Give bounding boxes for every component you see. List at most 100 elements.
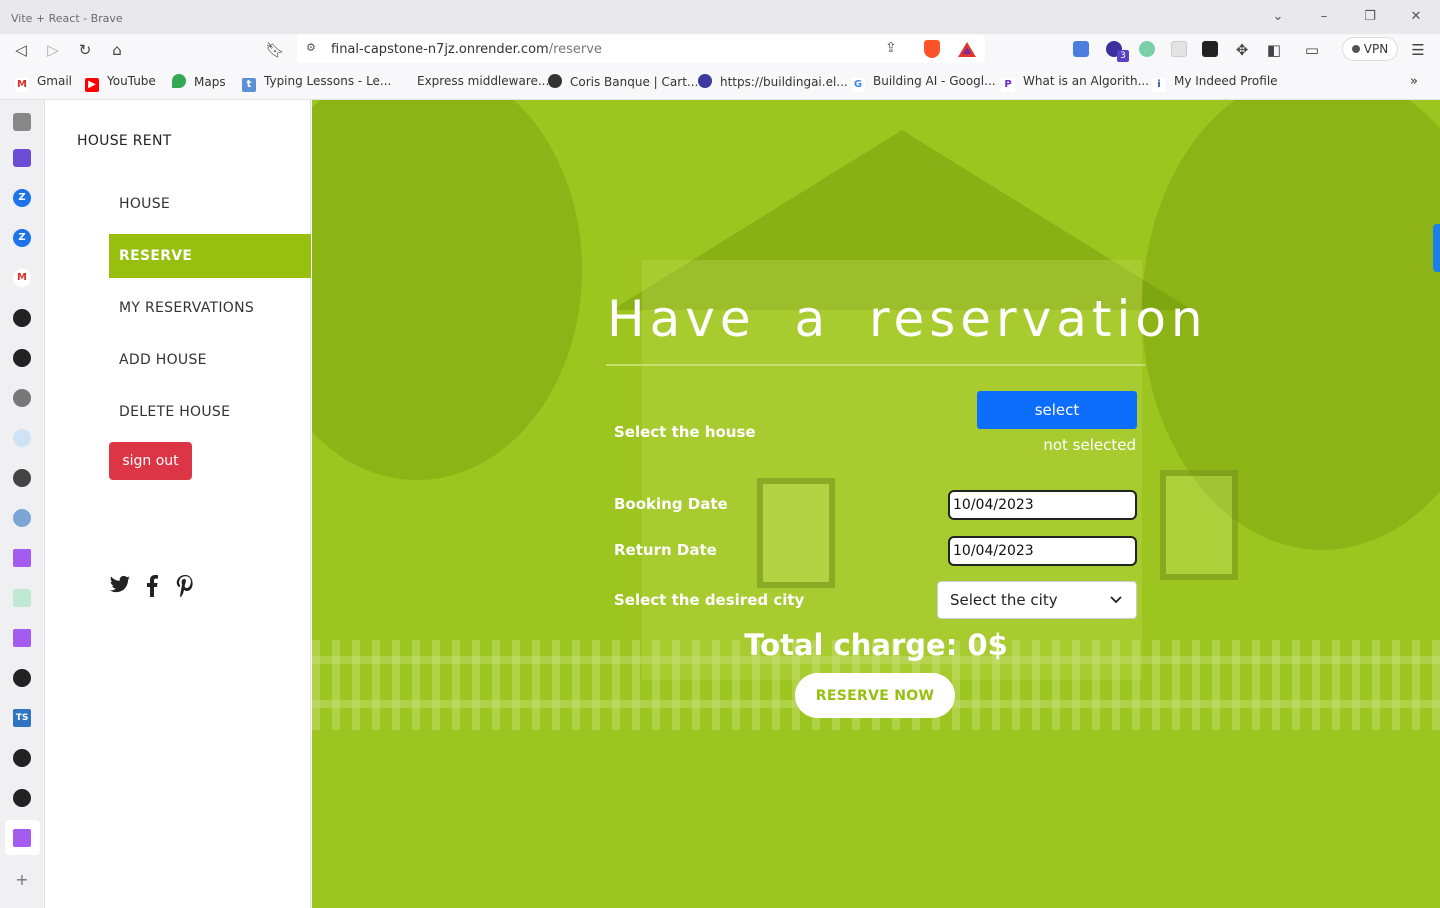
indeed-icon: i [1152, 78, 1166, 92]
chevron-double-right-icon[interactable]: » [1410, 74, 1418, 89]
site-info-icon[interactable]: ⚙ [306, 41, 316, 54]
app-icon[interactable] [13, 149, 31, 167]
buildingai-icon [698, 74, 712, 88]
house-status: not selected [1043, 436, 1136, 454]
app-sidebar: HOUSE RENT HOUSE RESERVE MY RESERVATIONS… [45, 100, 311, 908]
nav-item-delete-house[interactable]: DELETE HOUSE [109, 390, 311, 434]
city-select-value: Select the city [950, 591, 1058, 609]
background-window [757, 478, 835, 588]
address-bar[interactable]: ⚙ final-capstone-n7jz.onrender.com/reser… [297, 35, 985, 63]
grammar-extension-icon[interactable] [1139, 41, 1155, 57]
bookmark-indeed[interactable]: i My Indeed Profile [1152, 74, 1278, 92]
vpn-status-icon [1351, 45, 1360, 53]
return-date-input[interactable] [948, 536, 1137, 566]
reserve-now-button[interactable]: RESERVE NOW [795, 673, 955, 718]
pinterest-icon[interactable] [176, 575, 194, 602]
bookmark-icon[interactable]: 🔖︎ [263, 39, 287, 61]
vpn-button[interactable]: VPN [1342, 37, 1398, 61]
maps-icon [172, 74, 186, 88]
bookmark-buildingai[interactable]: https://buildingai.el... [698, 74, 848, 89]
browser-side-panel: Z Z M TS + [0, 100, 45, 908]
city-label: Select the desired city [614, 591, 805, 609]
page-title: Have a reservation [607, 290, 1208, 348]
bookmarks-bar: M Gmail ▶ YouTube Maps t Typing Lessons - L… [0, 66, 1440, 100]
extension-icon[interactable] [1171, 41, 1187, 57]
bookmark-express[interactable]: Express middleware... [417, 74, 549, 88]
menu-icon[interactable]: ☰ [1406, 39, 1430, 61]
github-icon[interactable] [13, 789, 31, 807]
typescript-icon[interactable]: TS [13, 709, 31, 727]
chevron-down-icon [1110, 582, 1122, 618]
chevron-down-icon[interactable]: ⌄ [1268, 9, 1288, 24]
window-title: Vite + React - Brave [11, 12, 123, 25]
app-icon[interactable] [13, 589, 31, 607]
total-charge: Total charge: 0$ [744, 628, 1008, 662]
vite-icon[interactable] [13, 829, 31, 847]
globe-icon[interactable] [13, 389, 31, 407]
scroll-indicator[interactable] [1433, 224, 1440, 272]
bookmark-coris[interactable]: Coris Banque | Cart... [548, 74, 698, 89]
bookmark-gmail[interactable]: M Gmail [15, 74, 72, 92]
extensions-puzzle-icon[interactable]: ✥ [1230, 39, 1254, 61]
brave-rewards-icon[interactable] [958, 42, 976, 57]
booking-date-input[interactable] [948, 490, 1137, 520]
window-titlebar: Vite + React - Brave ⌄ – ❐ ✕ [0, 0, 1440, 34]
github-icon[interactable] [13, 749, 31, 767]
background-tree [312, 100, 582, 480]
chrome-icon[interactable] [13, 509, 31, 527]
nav-item-my-reservations[interactable]: MY RESERVATIONS [109, 286, 311, 330]
github-icon[interactable] [13, 669, 31, 687]
add-icon[interactable]: + [13, 871, 31, 889]
select-house-button[interactable]: select [977, 391, 1137, 429]
url-text[interactable]: final-capstone-n7jz.onrender.com/reserve [331, 42, 602, 57]
bookmark-maps[interactable]: Maps [172, 74, 226, 89]
github-icon[interactable] [13, 309, 31, 327]
gmail-icon[interactable]: M [13, 269, 31, 287]
forward-icon[interactable]: ▷ [41, 39, 65, 61]
brand-title: HOUSE RENT [77, 133, 172, 149]
vite-icon[interactable] [13, 629, 31, 647]
zoom-icon[interactable]: Z [13, 189, 31, 207]
panel-toggle-icon[interactable] [13, 113, 31, 131]
reservation-page: Have a reservation Select the house sele… [312, 100, 1440, 908]
globe-icon [548, 74, 562, 88]
house-label: Select the house [614, 423, 756, 441]
background-window [1160, 470, 1238, 580]
google-icon: G [851, 78, 865, 92]
booking-date-label: Booking Date [614, 495, 728, 513]
gmail-icon: M [15, 78, 29, 92]
nav-item-reserve[interactable]: RESERVE [109, 234, 311, 278]
sidebar-toggle-icon[interactable]: ◧ [1262, 39, 1286, 61]
sign-out-button[interactable]: sign out [109, 442, 192, 480]
typing-icon: t [242, 78, 256, 92]
nav-item-house[interactable]: HOUSE [109, 182, 311, 226]
bookmark-youtube[interactable]: ▶ YouTube [85, 74, 156, 92]
algorithm-icon: P [1001, 78, 1015, 92]
bookmark-algorithm[interactable]: P What is an Algorith... [1001, 74, 1149, 92]
minimize-icon[interactable]: – [1314, 9, 1334, 24]
back-icon[interactable]: ◁ [9, 39, 33, 61]
brave-shields-icon[interactable] [924, 40, 940, 58]
reload-icon[interactable]: ↻ [73, 39, 97, 61]
wallet-icon[interactable]: ▭ [1300, 39, 1324, 61]
title-divider [606, 364, 1145, 366]
globe-icon[interactable] [13, 469, 31, 487]
facebook-icon[interactable] [145, 575, 159, 602]
share-icon[interactable]: ⇪ [885, 40, 897, 56]
browser-toolbar: ◁ ▷ ↻ ⌂ 🔖︎ ⚙ final-capstone-n7jz.onrende… [0, 34, 1440, 66]
bookmark-google[interactable]: G Building AI - Googl... [851, 74, 996, 92]
youtube-icon: ▶ [85, 78, 99, 92]
github-icon[interactable] [13, 349, 31, 367]
city-select[interactable]: Select the city [937, 581, 1137, 619]
twitter-icon[interactable] [109, 575, 131, 600]
close-icon[interactable]: ✕ [1406, 9, 1426, 24]
color-extension-icon[interactable] [1202, 41, 1218, 57]
zoom-icon[interactable]: Z [13, 229, 31, 247]
nav-item-add-house[interactable]: ADD HOUSE [109, 338, 311, 382]
translate-extension-icon[interactable] [1073, 41, 1089, 57]
app-icon[interactable] [13, 429, 31, 447]
bookmark-typing[interactable]: t Typing Lessons - Le... [242, 74, 391, 92]
home-icon[interactable]: ⌂ [105, 39, 129, 61]
restore-icon[interactable]: ❐ [1360, 9, 1380, 24]
vite-icon[interactable] [13, 549, 31, 567]
